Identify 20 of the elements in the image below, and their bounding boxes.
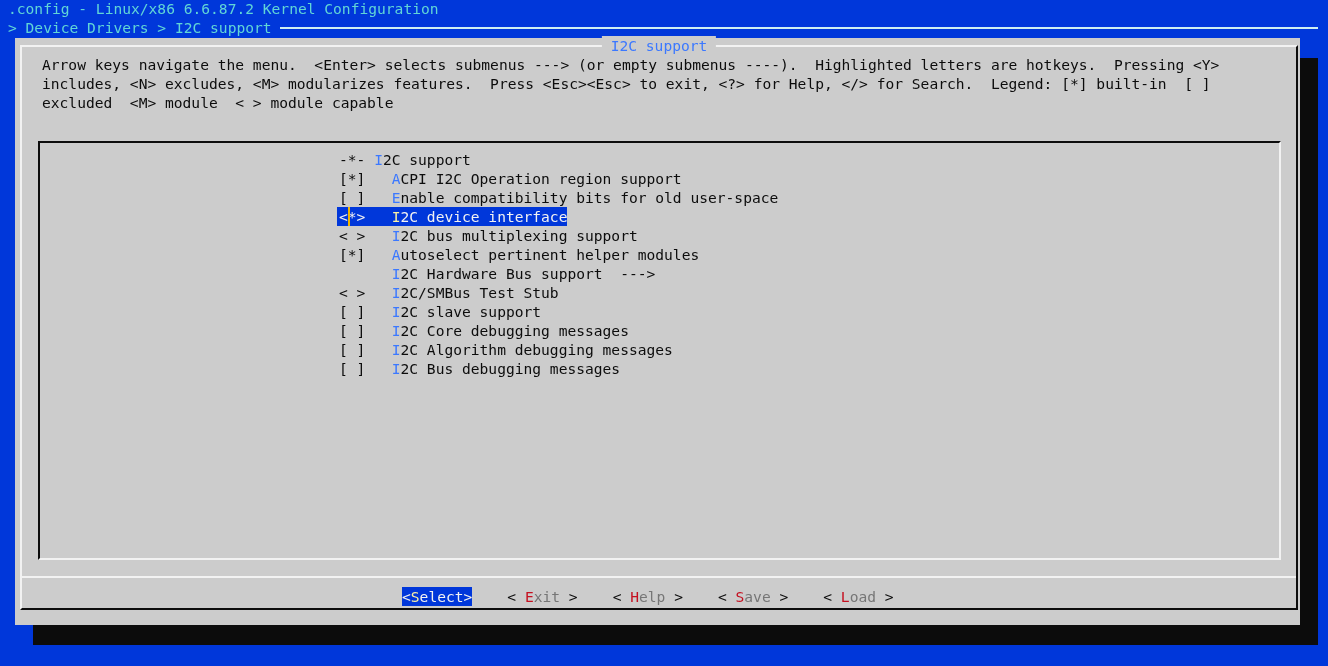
menu-item[interactable]: [ ] I2C Bus debugging messages [337,359,621,378]
menu-item[interactable]: [*] ACPI I2C Operation region support [337,169,682,188]
menu-item[interactable]: < > I2C/SMBus Test Stub [337,283,559,302]
menu-item[interactable]: [ ] I2C slave support [337,302,542,321]
help-text: Arrow keys navigate the menu. <Enter> selects submenus ---> (or empty submenus ----). Highlighted letters are hotkeys. Pressing <Y> includes, <N> excludes, <M> modularizes features. Press <Esc><Esc> to exit, <?> for Help, </> for Search. Legend: [*] built-in [ ] excluded <M> module < > module capable [42,55,1221,112]
dialog-title: I2C support [601,36,717,55]
window-title: .config - Linux/x86 6.6.87.2 Kernel Configuration [7,0,439,18]
dialog-button[interactable]: < Save > [717,587,789,606]
menu-item[interactable]: [ ] I2C Core debugging messages [337,321,629,340]
menu-item[interactable]: [*] Autoselect pertinent helper modules [337,245,700,264]
breadcrumb: > Device Drivers > I2C support [8,18,272,37]
dialog-button[interactable]: <Select> [402,587,473,606]
menu-item[interactable]: [ ] I2C Algorithm debugging messages [337,340,673,359]
dialog-button[interactable]: < Help > [612,587,683,606]
menu-item[interactable]: I2C Hardware Bus support ---> [337,264,656,283]
dialog-button[interactable]: < Exit > [507,587,578,606]
menu-item[interactable]: < > I2C bus multiplexing support [337,226,638,245]
menu-item[interactable]: -*- I2C support [337,150,471,169]
dialog-button[interactable]: < Load > [823,587,894,606]
menu-item[interactable]: [ ] Enable compatibility bits for old user-space [337,188,779,207]
